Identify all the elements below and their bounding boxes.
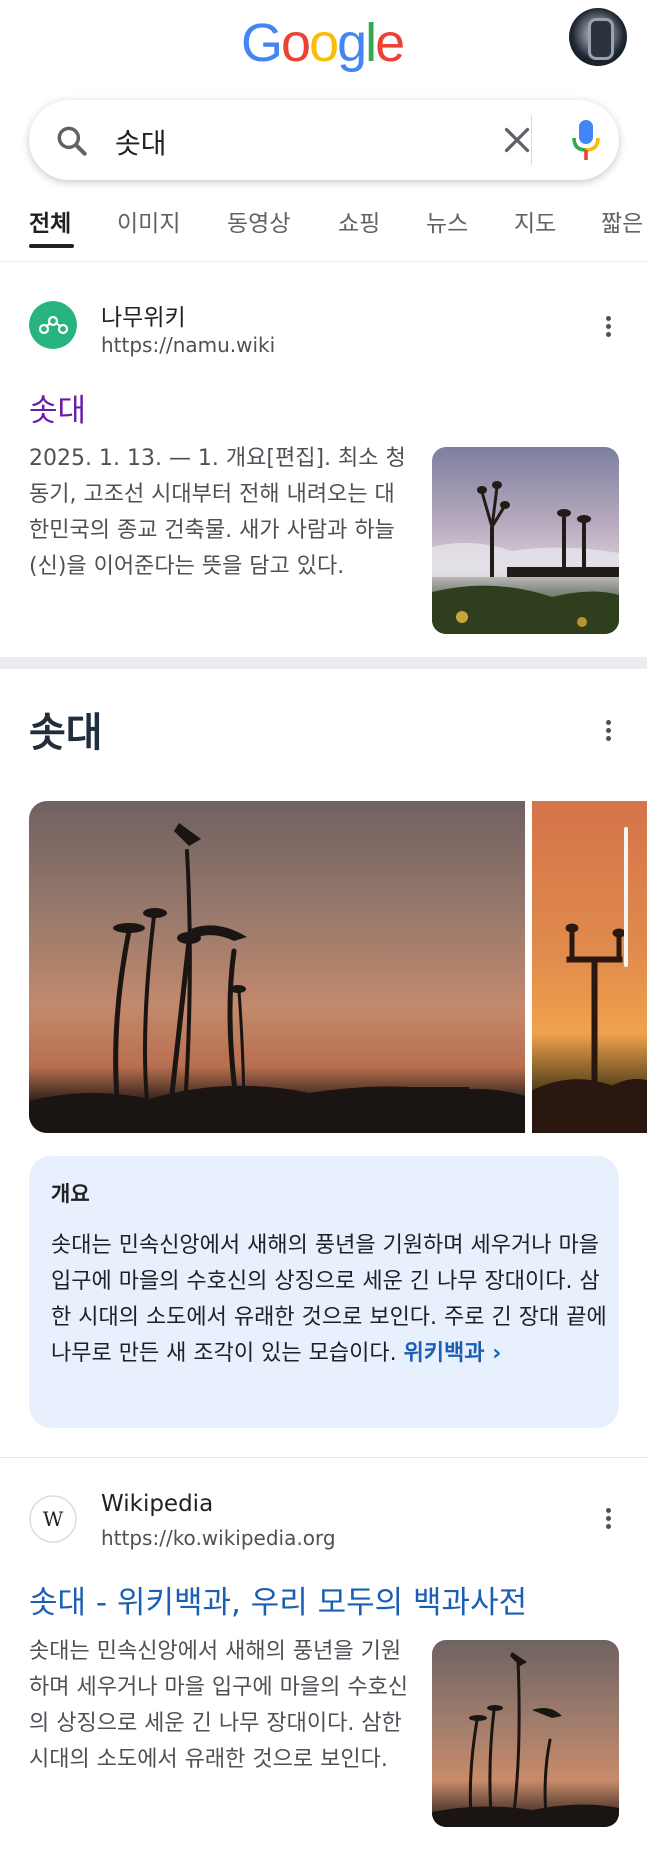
header: Google	[0, 0, 647, 90]
site-name[interactable]: Wikipedia	[101, 1491, 213, 1517]
result-divider	[0, 1457, 647, 1458]
tab-shopping[interactable]: 쇼핑	[338, 204, 380, 238]
tab-videos[interactable]: 동영상	[227, 204, 290, 238]
overview-text-block: 솟대는 민속신앙에서 새해의 풍년을 기원하며 세우거나 마을 입구에 마을의 …	[51, 1228, 607, 1372]
site-url[interactable]: https://ko.wikipedia.org	[101, 1526, 336, 1550]
search-divider	[531, 115, 532, 165]
more-options-icon[interactable]	[600, 313, 616, 343]
result-title[interactable]: 솟대 - 위키백과, 우리 모두의 백과사전	[29, 1577, 527, 1622]
search-bar[interactable]: 솟대	[29, 100, 619, 180]
active-tab-indicator	[29, 244, 74, 248]
result-snippet: 솟대는 민속신앙에서 새해의 풍년을 기원하며 세우거나 마을 입구에 마을의 …	[29, 1639, 409, 1772]
chevron-right-icon: ›	[492, 1341, 502, 1366]
tab-all[interactable]: 전체	[29, 204, 71, 238]
tab-maps[interactable]: 지도	[514, 204, 556, 238]
search-icon[interactable]	[53, 122, 91, 160]
wikipedia-logo-icon: W	[29, 1495, 77, 1543]
google-logo[interactable]: Google	[241, 12, 405, 74]
knowledge-panel-image-main[interactable]	[29, 801, 525, 1133]
search-tabs: 전체 이미지 동영상 쇼핑 뉴스 지도 짧은	[0, 180, 647, 262]
knowledge-panel-more-icon[interactable]	[600, 717, 616, 747]
overview-text: 솟대는 민속신앙에서 새해의 풍년을 기원하며 세우거나 마을 입구에 마을의 …	[51, 1233, 607, 1366]
clear-icon[interactable]	[499, 122, 535, 158]
carousel-scroll-indicator[interactable]	[624, 827, 628, 967]
namuwiki-logo-icon	[29, 301, 77, 349]
result-snippet: 2025. 1. 13. — 1. 개요[편집]. 최소 청동기, 고조선 시대…	[29, 446, 406, 579]
tab-shorts[interactable]: 짧은	[601, 204, 643, 238]
overview-heading: 개요	[51, 1182, 90, 1206]
tab-news[interactable]: 뉴스	[426, 204, 468, 238]
result-thumbnail[interactable]	[432, 1640, 619, 1827]
section-separator	[0, 657, 647, 669]
result-thumbnail[interactable]	[432, 447, 619, 634]
result-title[interactable]: 솟대	[29, 385, 86, 430]
account-avatar[interactable]	[569, 8, 627, 66]
more-options-icon[interactable]	[600, 1505, 616, 1535]
search-input[interactable]: 솟대	[115, 122, 167, 162]
overview-summary-card: 개요 솟대는 민속신앙에서 새해의 풍년을 기원하며 세우거나 마을 입구에 마…	[29, 1156, 619, 1428]
site-name[interactable]: 나무위키	[101, 298, 186, 332]
mic-icon[interactable]	[572, 118, 600, 162]
knowledge-panel-image-secondary[interactable]	[532, 801, 647, 1133]
svg-text:W: W	[43, 1507, 64, 1531]
knowledge-panel-title: 솟대	[29, 710, 103, 756]
tab-images[interactable]: 이미지	[117, 204, 180, 238]
wikipedia-source-link[interactable]: 위키백과 ›	[404, 1341, 502, 1366]
site-url[interactable]: https://namu.wiki	[101, 333, 275, 357]
